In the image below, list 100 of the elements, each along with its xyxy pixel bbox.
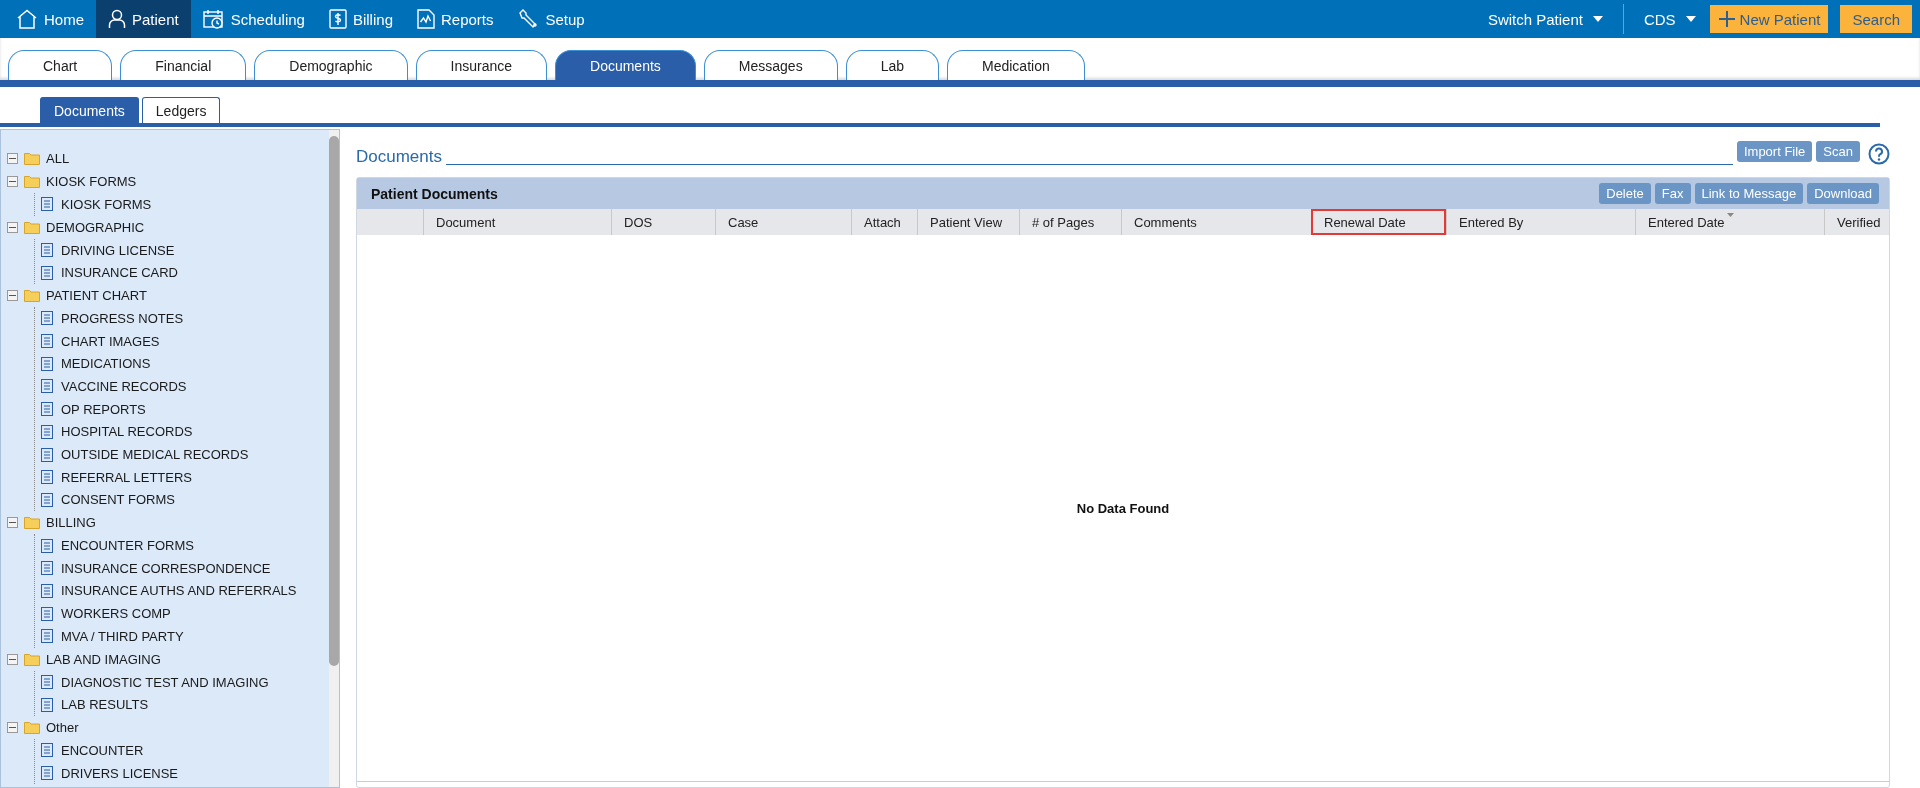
calendar-clock-icon <box>202 9 225 29</box>
help-icon[interactable] <box>1868 143 1890 165</box>
document-icon <box>41 538 53 553</box>
sub-tab[interactable]: Ledgers <box>141 97 221 123</box>
tree-item-label[interactable]: REFERRAL LETTERS <box>61 469 192 485</box>
folder-icon <box>24 175 40 188</box>
tab[interactable]: Chart <box>8 50 113 80</box>
folder-icon <box>24 516 40 530</box>
tree-item-label[interactable]: ENCOUNTER <box>61 742 144 758</box>
cds-dropdown[interactable]: CDS <box>1629 0 1710 38</box>
folder-icon <box>24 220 40 234</box>
tree-item-label[interactable]: MEDICATIONS <box>61 356 151 372</box>
panel-title: Patient Documents <box>371 185 499 202</box>
tree-item-label[interactable]: LAB RESULTS <box>61 697 149 713</box>
document-icon <box>41 379 53 394</box>
tree-item-label[interactable]: MVA / THIRD PARTY <box>61 628 184 644</box>
document-icon <box>41 197 53 212</box>
tree-folder-label[interactable]: ALL <box>46 151 70 166</box>
plus-icon <box>1717 10 1736 28</box>
scrollbar-thumb[interactable] <box>329 136 339 666</box>
tab[interactable]: Messages <box>703 50 838 80</box>
wrench-icon <box>517 9 540 29</box>
column-header[interactable]: DOS <box>611 209 715 235</box>
tree-folder-label[interactable]: BILLING <box>46 515 96 531</box>
column-header[interactable]: Comments <box>1121 209 1311 235</box>
collapse-toggle[interactable] <box>7 517 18 529</box>
nav-item[interactable]: Reports <box>405 0 506 38</box>
tab[interactable]: Financial <box>120 50 247 80</box>
tree-item-label[interactable]: ENCOUNTER FORMS <box>61 538 194 554</box>
nav-item[interactable]: Home <box>4 0 96 38</box>
tab[interactable]: Medication <box>947 50 1085 80</box>
search-button[interactable]: Search <box>1840 5 1912 33</box>
caret-icon <box>1685 16 1696 22</box>
collapse-toggle[interactable] <box>7 176 18 187</box>
user-icon <box>108 9 126 29</box>
tab[interactable]: Demographic <box>254 50 408 80</box>
document-icon <box>41 424 53 439</box>
nav-item[interactable]: Billing <box>316 0 405 38</box>
document-icon <box>41 583 53 598</box>
column-header[interactable]: Entered By <box>1446 209 1635 235</box>
column-header[interactable]: Document <box>423 209 611 235</box>
tree-folder-label[interactable]: DEMOGRAPHIC <box>46 219 145 235</box>
collapse-toggle[interactable] <box>7 722 18 734</box>
collapse-toggle[interactable] <box>7 153 18 164</box>
column-header[interactable]: Patient View <box>917 209 1019 235</box>
document-icon <box>41 356 53 371</box>
tree-folder-label[interactable]: LAB AND IMAGING <box>46 651 161 667</box>
document-icon <box>41 334 53 349</box>
tree-item-label[interactable]: OUTSIDE MEDICAL RECORDS <box>61 447 249 463</box>
document-icon <box>41 629 53 644</box>
collapse-toggle[interactable] <box>7 290 18 302</box>
document-icon <box>41 265 53 280</box>
document-icon <box>41 697 53 712</box>
tree-item-label[interactable]: WORKERS COMP <box>61 606 171 622</box>
tab[interactable]: Insurance <box>415 50 547 80</box>
chart-document-icon <box>417 9 435 29</box>
minus-icon <box>9 178 16 185</box>
document-icon <box>41 311 53 326</box>
caret-icon <box>1592 16 1603 22</box>
highlighted-column-header[interactable]: Renewal Date <box>1311 209 1446 235</box>
document-icon <box>41 675 53 690</box>
dollar-sign-icon <box>328 9 347 29</box>
tree-item-label[interactable]: KIOSK FORMS <box>61 196 152 212</box>
tree-item-label[interactable]: CONSENT FORMS <box>61 492 175 508</box>
tab[interactable]: Lab <box>845 50 939 80</box>
tree-item-label[interactable]: DRIVERS LICENSE <box>61 765 179 781</box>
tree-item-label[interactable]: DRIVING LICENSE <box>61 242 175 258</box>
nav-item[interactable]: Patient <box>96 0 191 38</box>
tree-item-label[interactable]: PROGRESS NOTES <box>61 310 184 326</box>
minus-icon <box>9 155 16 162</box>
tree-folder-label[interactable]: PATIENT CHART <box>46 288 147 304</box>
column-header[interactable]: Entered Date <box>1635 209 1824 235</box>
sub-tab[interactable]: Documents <box>40 97 139 123</box>
tree-item-label[interactable]: INSURANCE AUTHS AND REFERRALS <box>61 583 297 599</box>
tree-folder-label[interactable]: KIOSK FORMS <box>46 174 137 189</box>
collapse-toggle[interactable] <box>7 221 18 233</box>
section-title: Documents <box>356 147 442 168</box>
column-header[interactable]: Case <box>715 209 851 235</box>
switch-patient-dropdown[interactable]: Switch Patient <box>1473 0 1617 38</box>
document-icon <box>41 743 53 758</box>
nav-item[interactable]: Scheduling <box>190 0 317 38</box>
tree-item-label[interactable]: OP REPORTS <box>61 401 146 417</box>
home-icon <box>16 9 38 29</box>
document-icon <box>41 402 53 417</box>
tree-item-label[interactable]: INSURANCE CORRESPONDENCE <box>61 560 271 576</box>
folder-icon <box>24 721 40 735</box>
column-header[interactable]: Attach <box>851 209 917 235</box>
tab[interactable]: Documents <box>555 50 696 80</box>
nav-item[interactable]: Setup <box>505 0 597 38</box>
column-header[interactable]: Verified <box>1824 209 1890 235</box>
tree-folder-label[interactable]: Other <box>46 720 79 736</box>
collapse-toggle[interactable] <box>7 653 18 665</box>
document-icon <box>41 447 53 462</box>
tree-item-label[interactable]: INSURANCE CARD <box>61 265 178 281</box>
tree-item-label[interactable]: CHART IMAGES <box>61 333 160 349</box>
column-header[interactable]: # of Pages <box>1019 209 1121 235</box>
new-patient-button[interactable]: New Patient <box>1709 5 1829 33</box>
tree-item-label[interactable]: VACCINE RECORDS <box>61 378 187 394</box>
tree-item-label[interactable]: HOSPITAL RECORDS <box>61 424 193 440</box>
tree-item-label[interactable]: DIAGNOSTIC TEST AND IMAGING <box>61 674 269 690</box>
